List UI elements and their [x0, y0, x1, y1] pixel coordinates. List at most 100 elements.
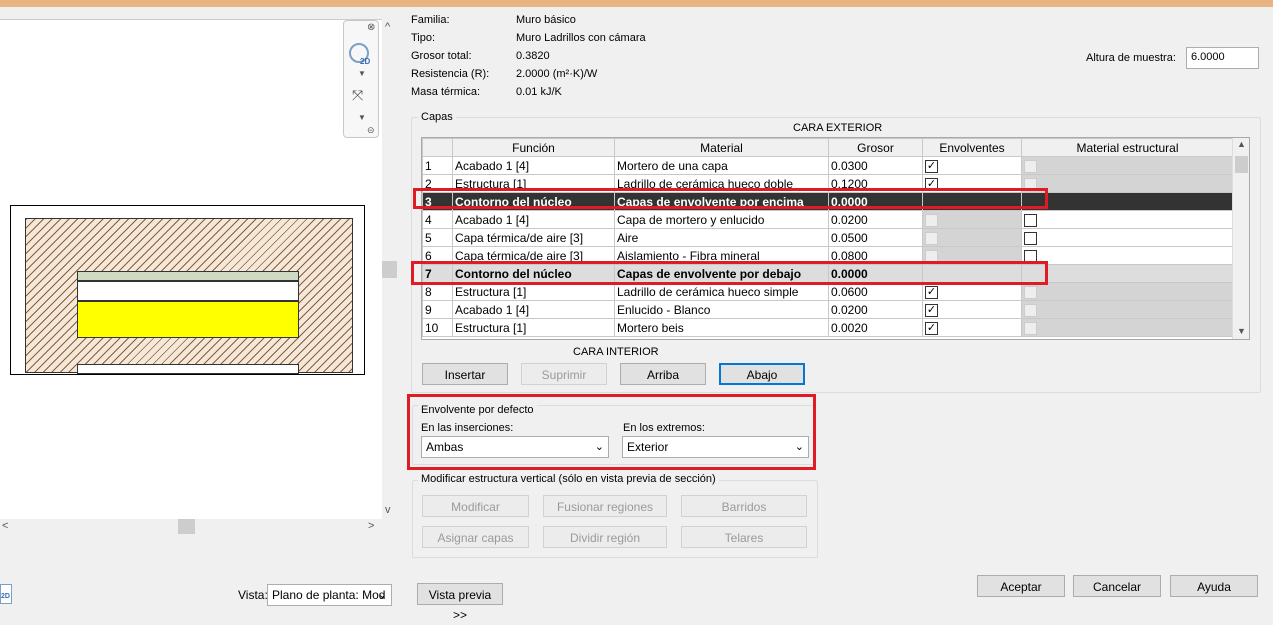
checkbox[interactable]: ✓ [925, 303, 938, 317]
layer-material-cell[interactable]: Mortero de una capa [614, 156, 829, 175]
layer-structural-cell[interactable] [1021, 228, 1234, 247]
layer-material-cell[interactable]: Aire [614, 228, 829, 247]
layer-structural-cell[interactable] [1021, 300, 1234, 319]
2d-badge: 2D [360, 57, 371, 66]
table-row[interactable]: 9 Acabado 1 [4] Enlucido - Blanco 0.0200 ✓ [422, 300, 1234, 319]
layer-wraps-cell[interactable]: ✓ [922, 300, 1022, 319]
column-header-thickness[interactable]: Grosor [828, 138, 923, 157]
split-region-button[interactable]: Dividir región [543, 526, 667, 548]
layer-number-cell[interactable]: 5 [422, 228, 453, 247]
layer-structural-cell[interactable] [1021, 174, 1234, 193]
layer-number-cell[interactable]: 1 [422, 156, 453, 175]
merge-regions-button[interactable]: Fusionar regiones [543, 495, 667, 517]
move-down-button[interactable]: Abajo [719, 363, 805, 385]
checkbox[interactable]: ✓ [925, 321, 938, 335]
layer-material-cell[interactable]: Mortero beis [614, 318, 829, 337]
layer-structural-cell[interactable] [1021, 264, 1234, 283]
layer-structural-cell[interactable] [1021, 210, 1234, 229]
assign-layers-button[interactable]: Asignar capas [422, 526, 529, 548]
wall-preview-canvas[interactable] [0, 19, 382, 519]
layer-structural-cell[interactable] [1021, 156, 1234, 175]
layers-group-title: Capas [418, 111, 456, 123]
table-row[interactable]: 10 Estructura [1] Mortero beis 0.0020 ✓ [422, 318, 1234, 337]
layer-wraps-cell[interactable]: ✓ [922, 156, 1022, 175]
layer-thickness-cell[interactable]: 0.0020 [828, 318, 923, 337]
layer-function-cell[interactable]: Estructura [1] [452, 318, 615, 337]
sweeps-button[interactable]: Barridos [681, 495, 807, 517]
table-row[interactable]: 8 Estructura [1] Ladrillo de cerámica huec… [422, 282, 1234, 301]
chevron-down-icon[interactable]: ▼ [358, 69, 366, 78]
close-icon[interactable]: ⊗ [367, 22, 375, 33]
checkbox[interactable] [1024, 231, 1037, 245]
layer-wraps-cell[interactable] [922, 228, 1022, 247]
column-header-wraps[interactable]: Envolventes [922, 138, 1022, 157]
layer-structural-cell[interactable] [1021, 192, 1234, 211]
plaster-layer [77, 364, 299, 374]
column-header-number [422, 138, 453, 157]
scroll-right-icon[interactable]: > [368, 520, 374, 532]
layer-function-cell[interactable]: Estructura [1] [452, 282, 615, 301]
delete-button[interactable]: Suprimir [521, 363, 607, 385]
column-header-structural-material[interactable]: Material estructural [1021, 138, 1234, 157]
cancel-button[interactable]: Cancelar [1073, 575, 1161, 597]
chevron-down-icon: ⌄ [377, 589, 387, 601]
scroll-left-icon[interactable]: < [2, 520, 8, 532]
table-row[interactable]: 1 Acabado 1 [4] Mortero de una capa 0.0300 ✓ [422, 156, 1234, 175]
layer-function-cell[interactable]: Acabado 1 [4] [452, 300, 615, 319]
table-row[interactable]: 5 Capa térmica/de aire [3] Aire 0.0500 [422, 228, 1234, 247]
insert-button[interactable]: Insertar [422, 363, 508, 385]
preview-horizontal-scrollbar[interactable]: < > [0, 519, 382, 534]
layer-structural-cell[interactable] [1021, 282, 1234, 301]
chevron-down-icon[interactable]: ▼ [358, 113, 366, 122]
layer-thickness-cell[interactable]: 0.0200 [828, 300, 923, 319]
layer-function-cell[interactable]: Acabado 1 [4] [452, 156, 615, 175]
layer-number-cell[interactable]: 8 [422, 282, 453, 301]
2d-badge: 2D [1, 593, 10, 600]
window-title-bar [0, 0, 1273, 7]
layer-structural-cell[interactable] [1021, 318, 1234, 337]
scroll-up-icon[interactable]: ▲ [1237, 139, 1246, 149]
layer-material-cell[interactable]: Capa de mortero y enlucido [614, 210, 829, 229]
layer-structural-cell[interactable] [1021, 246, 1234, 265]
checkbox[interactable]: ✓ [925, 159, 938, 173]
scroll-thumb[interactable] [382, 261, 397, 278]
layer-number-cell[interactable]: 4 [422, 210, 453, 229]
ok-button[interactable]: Aceptar [977, 575, 1065, 597]
move-up-button[interactable]: Arriba [620, 363, 706, 385]
table-vertical-scrollbar[interactable]: ▲ ▼ [1232, 138, 1249, 339]
footer-2d-icon[interactable]: 2D [0, 584, 12, 604]
scroll-down-icon[interactable]: ▼ [1237, 326, 1246, 336]
layer-thickness-cell[interactable]: 0.0600 [828, 282, 923, 301]
layer-function-cell[interactable]: Capa térmica/de aire [3] [452, 228, 615, 247]
layer-material-cell[interactable]: Enlucido - Blanco [614, 300, 829, 319]
scroll-up-icon[interactable]: ^ [385, 21, 390, 33]
settings-icon[interactable]: ⊝ [367, 125, 375, 136]
layer-material-cell[interactable]: Ladrillo de cerámica hueco simple [614, 282, 829, 301]
checkbox[interactable]: ✓ [925, 285, 938, 299]
scroll-thumb[interactable] [1235, 156, 1248, 173]
layer-function-cell[interactable]: Acabado 1 [4] [452, 210, 615, 229]
view-select[interactable]: Plano de planta: Mod ⌄ [267, 584, 392, 606]
layer-thickness-cell[interactable]: 0.0300 [828, 156, 923, 175]
layer-wraps-cell[interactable] [922, 210, 1022, 229]
reveals-button[interactable]: Telares [681, 526, 807, 548]
modify-button[interactable]: Modificar [422, 495, 529, 517]
scroll-down-icon[interactable]: v [385, 504, 391, 516]
preview-vertical-scrollbar[interactable]: ^ v [382, 19, 397, 519]
layer-thickness-cell[interactable]: 0.0500 [828, 228, 923, 247]
layer-number-cell[interactable]: 9 [422, 300, 453, 319]
sample-height-input[interactable]: 6.0000 [1186, 47, 1259, 69]
layer-number-cell[interactable]: 10 [422, 318, 453, 337]
help-button[interactable]: Ayuda [1170, 575, 1258, 597]
zoom-region-icon[interactable]: ⤧ [352, 87, 363, 104]
table-row[interactable]: 4 Acabado 1 [4] Capa de mortero y enlucido… [422, 210, 1234, 229]
column-header-material[interactable]: Material [614, 138, 829, 157]
layer-wraps-cell[interactable]: ✓ [922, 318, 1022, 337]
checkbox[interactable] [1024, 213, 1037, 227]
layer-thickness-cell[interactable]: 0.0200 [828, 210, 923, 229]
preview-toggle-button[interactable]: Vista previa >> [417, 583, 503, 622]
navigation-bar[interactable]: ⊗ 2D ▼ ⤧ ▼ ⊝ [343, 20, 379, 138]
layer-wraps-cell[interactable]: ✓ [922, 282, 1022, 301]
column-header-function[interactable]: Función [452, 138, 615, 157]
scroll-thumb[interactable] [178, 519, 195, 534]
